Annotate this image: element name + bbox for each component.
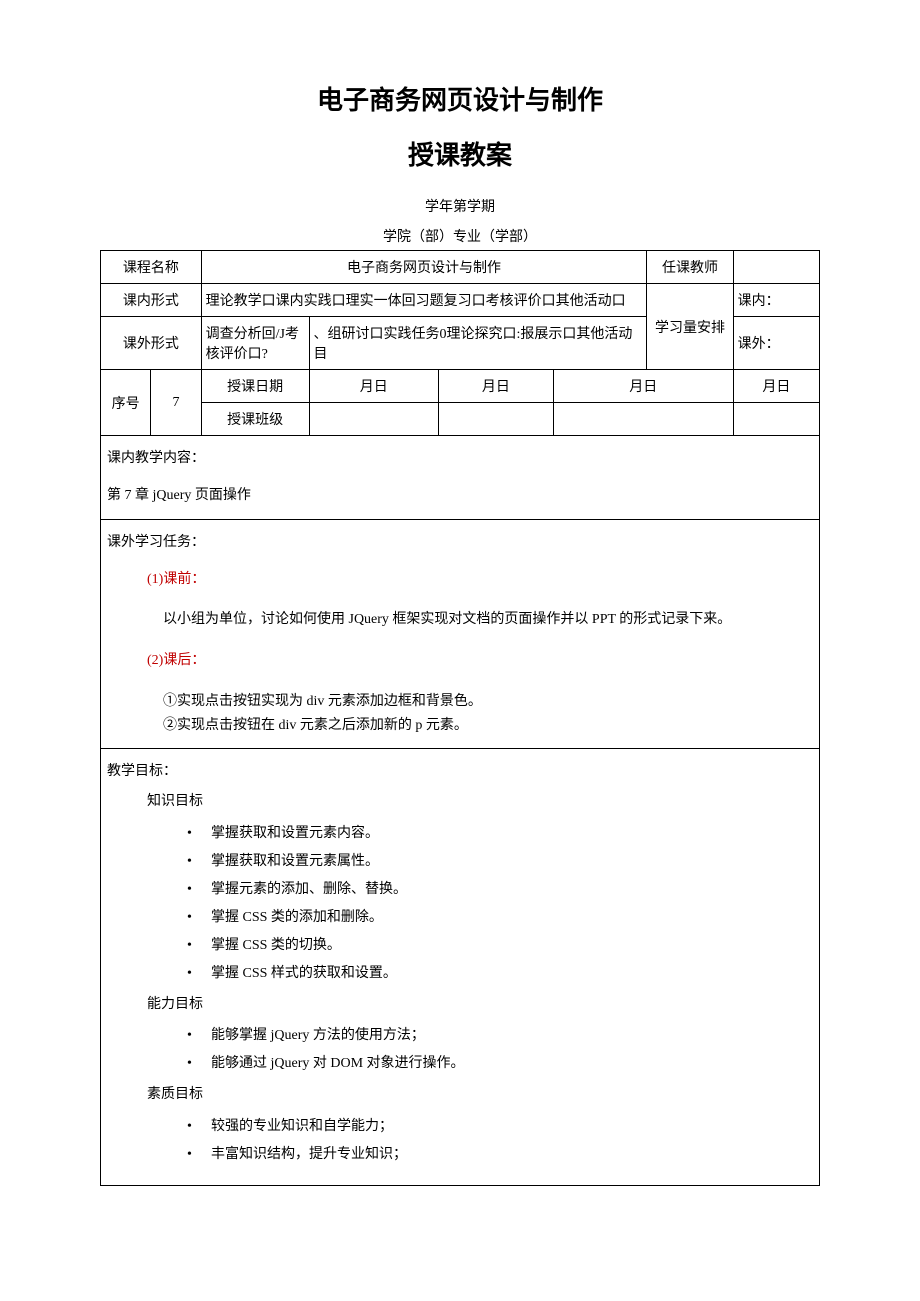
bullet-icon: • [187,848,211,876]
post-label: (2)课后： [107,648,813,675]
outclass-hours: 课外： [733,317,819,370]
list-item: •能够通过 jQuery 对 DOM 对象进行操作。 [107,1050,813,1078]
inclass-form-label: 课内形式 [101,284,202,317]
post-item-2: ②实现点击按钮在 div 元素之后添加新的 p 元素。 [107,715,813,737]
knowledge-item: 掌握获取和设置元素内容。 [211,820,379,848]
class-1 [309,403,438,436]
ability-label: 能力目标 [107,992,813,1019]
course-name-label: 课程名称 [101,251,202,284]
class-4 [733,403,819,436]
teacher-value [733,251,819,284]
quality-item: 较强的专业知识和自学能力； [211,1113,393,1141]
date-4: 月日 [733,370,819,403]
goals-label: 教学目标： [107,759,813,786]
bullet-icon: • [187,932,211,960]
knowledge-item: 掌握获取和设置元素属性。 [211,848,379,876]
date-label: 授课日期 [201,370,309,403]
class-3 [553,403,733,436]
ability-item: 能够通过 jQuery 对 DOM 对象进行操作。 [211,1050,465,1078]
bullet-icon: • [187,820,211,848]
list-item: •丰富知识结构，提升专业知识； [107,1141,813,1169]
bullet-icon: • [187,1113,211,1141]
inclass-content-block: 课内教学内容： 第 7 章 jQuery 页面操作 [100,436,820,520]
workload-label: 学习量安排 [647,284,733,370]
outclass-form-label: 课外形式 [101,317,202,370]
list-item: •掌握获取和设置元素内容。 [107,820,813,848]
list-item: •较强的专业知识和自学能力； [107,1113,813,1141]
course-name-value: 电子商务网页设计与制作 [201,251,647,284]
list-item: •掌握 CSS 类的添加和删除。 [107,904,813,932]
date-1: 月日 [309,370,438,403]
class-2 [438,403,553,436]
main-title: 电子商务网页设计与制作 [100,80,820,117]
pre-text: 以小组为单位，讨论如何使用 JQuery 框架实现对文档的页面操作并以 PPT … [107,607,813,634]
inclass-form-value: 理论教学口课内实践口理实一体回习题复习口考核评价口其他活动口 [201,284,647,317]
bullet-icon: • [187,1022,211,1050]
knowledge-label: 知识目标 [107,789,813,816]
outclass-form-value-a: 调查分析回/J考核评价口? [201,317,309,370]
post-item-1: ①实现点击按钮实现为 div 元素添加边框和背景色。 [107,689,813,716]
bullet-icon: • [187,904,211,932]
outclass-task-block: 课外学习任务： (1)课前： 以小组为单位，讨论如何使用 JQuery 框架实现… [100,520,820,748]
ability-item: 能够掌握 jQuery 方法的使用方法； [211,1022,425,1050]
bullet-icon: • [187,960,211,988]
date-3: 月日 [553,370,733,403]
class-label: 授课班级 [201,403,309,436]
header-table: 课程名称 电子商务网页设计与制作 任课教师 课内形式 理论教学口课内实践口理实一… [100,250,820,436]
quality-label: 素质目标 [107,1082,813,1109]
inclass-content-text: 第 7 章 jQuery 页面操作 [107,483,813,510]
bullet-icon: • [187,1050,211,1078]
knowledge-item: 掌握 CSS 类的添加和删除。 [211,904,383,932]
list-item: •掌握获取和设置元素属性。 [107,848,813,876]
semester-line: 学年第学期 [100,196,820,216]
list-item: •能够掌握 jQuery 方法的使用方法； [107,1022,813,1050]
list-item: •掌握 CSS 样式的获取和设置。 [107,960,813,988]
quality-item: 丰富知识结构，提升专业知识； [211,1141,407,1169]
knowledge-item: 掌握 CSS 样式的获取和设置。 [211,960,397,988]
teacher-label: 任课教师 [647,251,733,284]
bullet-icon: • [187,876,211,904]
college-line: 学院（部）专业（学部） [100,226,820,246]
outclass-form-value-b: 、组研讨口实践任务0理论探究口:报展示口其他活动目 [309,317,647,370]
seq-label: 序号 [101,370,151,436]
seq-value: 7 [151,370,201,436]
knowledge-item: 掌握元素的添加、删除、替换。 [211,876,407,904]
date-2: 月日 [438,370,553,403]
pre-label: (1)课前： [107,567,813,594]
inclass-hours: 课内： [733,284,819,317]
goals-block: 教学目标： 知识目标 •掌握获取和设置元素内容。 •掌握获取和设置元素属性。 •… [100,749,820,1186]
list-item: •掌握元素的添加、删除、替换。 [107,876,813,904]
bullet-icon: • [187,1141,211,1169]
sub-title: 授课教案 [100,135,820,172]
inclass-content-label: 课内教学内容： [107,446,813,473]
knowledge-item: 掌握 CSS 类的切换。 [211,932,341,960]
outclass-task-label: 课外学习任务： [107,530,813,557]
list-item: •掌握 CSS 类的切换。 [107,932,813,960]
